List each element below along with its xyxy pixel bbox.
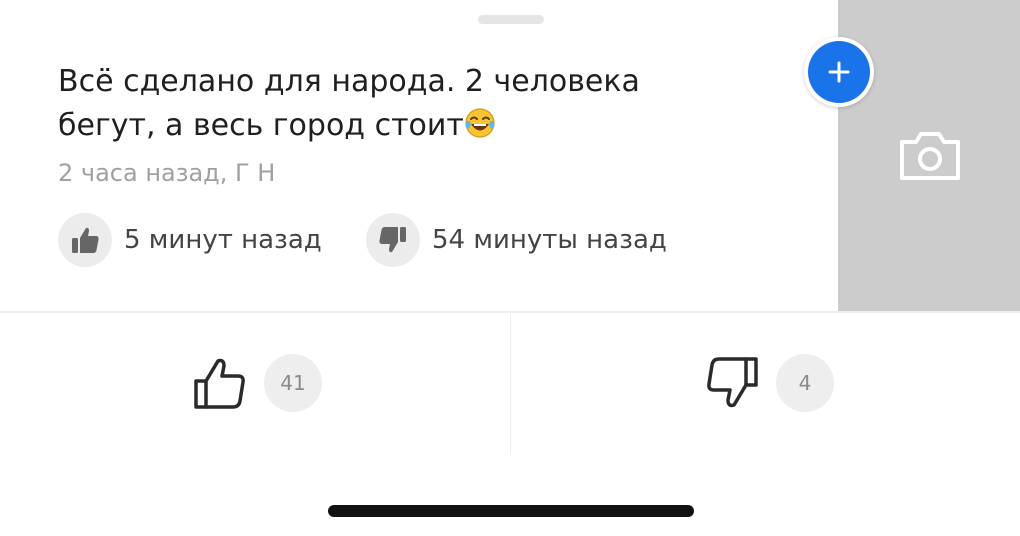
camera-icon[interactable] — [898, 128, 962, 182]
home-indicator[interactable] — [328, 505, 694, 517]
thumbs-down-outline-icon — [707, 357, 758, 408]
comment-text-line2: бегут, а весь город стоит — [58, 108, 464, 143]
comment-text: Всё сделано для народа. 2 человека бегут… — [58, 60, 798, 148]
like-reaction[interactable]: 5 минут назад — [58, 213, 322, 267]
downvote-count: 4 — [776, 354, 834, 412]
face-with-tears-of-joy-icon — [465, 108, 495, 138]
add-button[interactable] — [804, 37, 874, 107]
thumbs-up-filled-icon — [72, 227, 99, 253]
dislike-reaction-label: 54 минуты назад — [432, 225, 667, 255]
upvote-button[interactable]: 41 — [190, 352, 322, 414]
like-chip[interactable] — [58, 213, 112, 267]
downvote-button[interactable]: 4 — [702, 352, 834, 414]
dislike-reaction[interactable]: 54 минуты назад — [366, 213, 667, 267]
comment-text-line1: Всё сделано для народа. 2 человека — [58, 64, 640, 99]
comment-sheet: Всё сделано для народа. 2 человека бегут… — [0, 0, 1020, 536]
vertical-divider — [510, 313, 511, 455]
sheet-drag-handle[interactable] — [478, 15, 544, 24]
add-button-inner — [808, 41, 870, 103]
dislike-chip[interactable] — [366, 213, 420, 267]
thumbs-down-filled-icon — [379, 227, 406, 253]
upvote-count: 41 — [264, 354, 322, 412]
thumbs-up-outline-icon — [194, 358, 245, 409]
plus-icon — [828, 61, 850, 83]
comment-meta: 2 часа назад, Г Н — [58, 159, 276, 187]
like-reaction-label: 5 минут назад — [124, 225, 322, 255]
